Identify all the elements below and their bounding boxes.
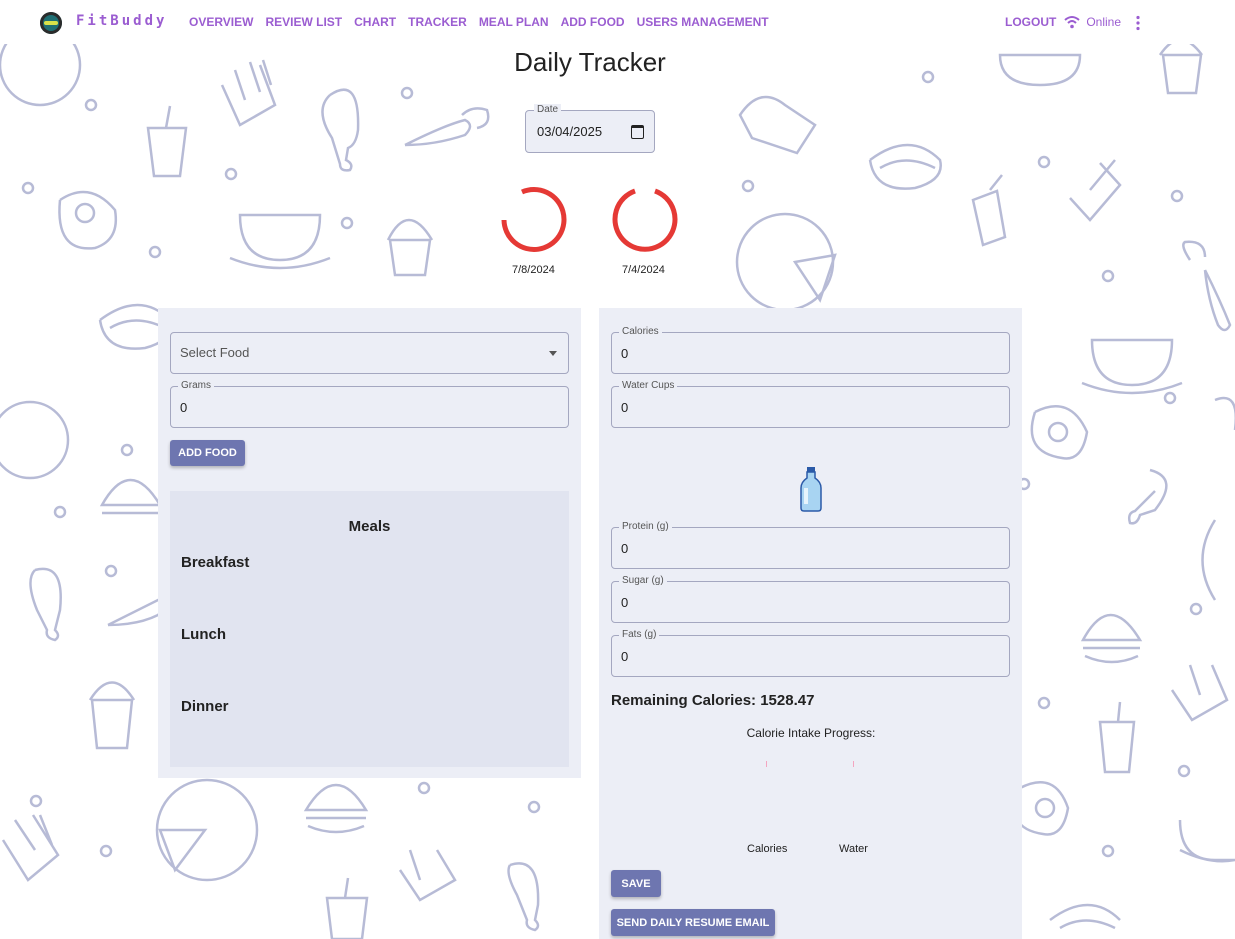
calendar-icon[interactable]	[631, 125, 644, 139]
grams-label: Grams	[178, 380, 214, 391]
meal-dinner: Dinner	[181, 698, 229, 715]
nutrition-panel: Calories 0 Water Cups 0 Protein (g) 0 Su…	[599, 308, 1022, 939]
nav-overview[interactable]: OVERVIEW	[189, 15, 253, 29]
sugar-field[interactable]: Sugar (g) 0	[611, 575, 1010, 623]
water-cups-field[interactable]: Water Cups 0	[611, 380, 1010, 428]
calories-bar	[766, 761, 767, 767]
grams-value[interactable]: 0	[180, 400, 187, 415]
wifi-icon	[1064, 16, 1080, 29]
protein-field[interactable]: Protein (g) 0	[611, 521, 1010, 569]
nav-users-management[interactable]: USERS MANAGEMENT	[637, 15, 769, 29]
nav-chart[interactable]: CHART	[354, 15, 396, 29]
water-bar-label: Water	[839, 843, 868, 855]
page-title: Daily Tracker	[514, 47, 666, 77]
meals-section: Meals Breakfast Lunch Dinner	[170, 491, 569, 767]
date-label: Date	[534, 104, 562, 115]
save-button[interactable]: SAVE	[611, 870, 661, 897]
nav-review-list[interactable]: REVIEW LIST	[265, 15, 342, 29]
fats-value[interactable]: 0	[621, 649, 628, 664]
nav-menu: OVERVIEW REVIEW LIST CHART TRACKER MEAL …	[189, 15, 769, 29]
calories-bar-label: Calories	[747, 843, 788, 855]
nav-meal-plan[interactable]: MEAL PLAN	[479, 15, 549, 29]
progress-ring-2[interactable]	[607, 182, 683, 258]
nav-tracker[interactable]: TRACKER	[408, 15, 467, 29]
fitbuddy-logo-icon[interactable]	[40, 12, 62, 34]
fats-label: Fats (g)	[619, 629, 660, 640]
add-food-button[interactable]: ADD FOOD	[170, 440, 245, 466]
top-navbar: FitBuddy OVERVIEW REVIEW LIST CHART TRAC…	[0, 0, 1235, 44]
date-field[interactable]: Date 03/04/2025	[525, 104, 655, 153]
calories-field[interactable]: Calories 0	[611, 326, 1010, 374]
sugar-label: Sugar (g)	[619, 575, 667, 586]
brand-name[interactable]: FitBuddy	[76, 13, 167, 29]
meals-title: Meals	[348, 518, 391, 535]
more-menu-icon[interactable]	[1134, 15, 1142, 31]
remaining-calories: Remaining Calories: 1528.47	[611, 692, 815, 709]
online-status: Online	[1086, 15, 1122, 29]
water-bottle-icon	[800, 467, 822, 512]
progress-ring-1[interactable]	[496, 182, 572, 258]
user-area: LOGOUT Online	[1005, 15, 1121, 29]
logout-button[interactable]: LOGOUT	[1005, 15, 1056, 29]
grams-field[interactable]: Grams 0	[170, 380, 569, 428]
send-daily-resume-email-button[interactable]: SEND DAILY RESUME EMAIL	[611, 909, 775, 936]
meal-lunch: Lunch	[181, 626, 226, 643]
calories-label: Calories	[619, 326, 662, 337]
date-value[interactable]: 03/04/2025	[537, 124, 602, 139]
fats-field[interactable]: Fats (g) 0	[611, 629, 1010, 677]
calorie-progress-title: Calorie Intake Progress:	[746, 726, 876, 740]
protein-value[interactable]: 0	[621, 541, 628, 556]
ring-date-1: 7/8/2024	[512, 264, 555, 276]
select-food-dropdown[interactable]: Select Food	[170, 332, 569, 374]
water-cups-value[interactable]: 0	[621, 400, 628, 415]
meal-breakfast: Breakfast	[181, 554, 250, 571]
ring-date-2: 7/4/2024	[622, 264, 665, 276]
dropdown-arrow-icon[interactable]	[549, 351, 557, 356]
water-cups-label: Water Cups	[619, 380, 678, 391]
protein-label: Protein (g)	[619, 521, 672, 532]
nav-add-food[interactable]: ADD FOOD	[561, 15, 625, 29]
select-food-placeholder: Select Food	[180, 345, 250, 360]
water-bar	[853, 761, 854, 767]
sugar-value[interactable]: 0	[621, 595, 628, 610]
calories-value[interactable]: 0	[621, 346, 628, 361]
food-entry-panel: Select Food Grams 0 ADD FOOD Meals Break…	[158, 308, 581, 778]
